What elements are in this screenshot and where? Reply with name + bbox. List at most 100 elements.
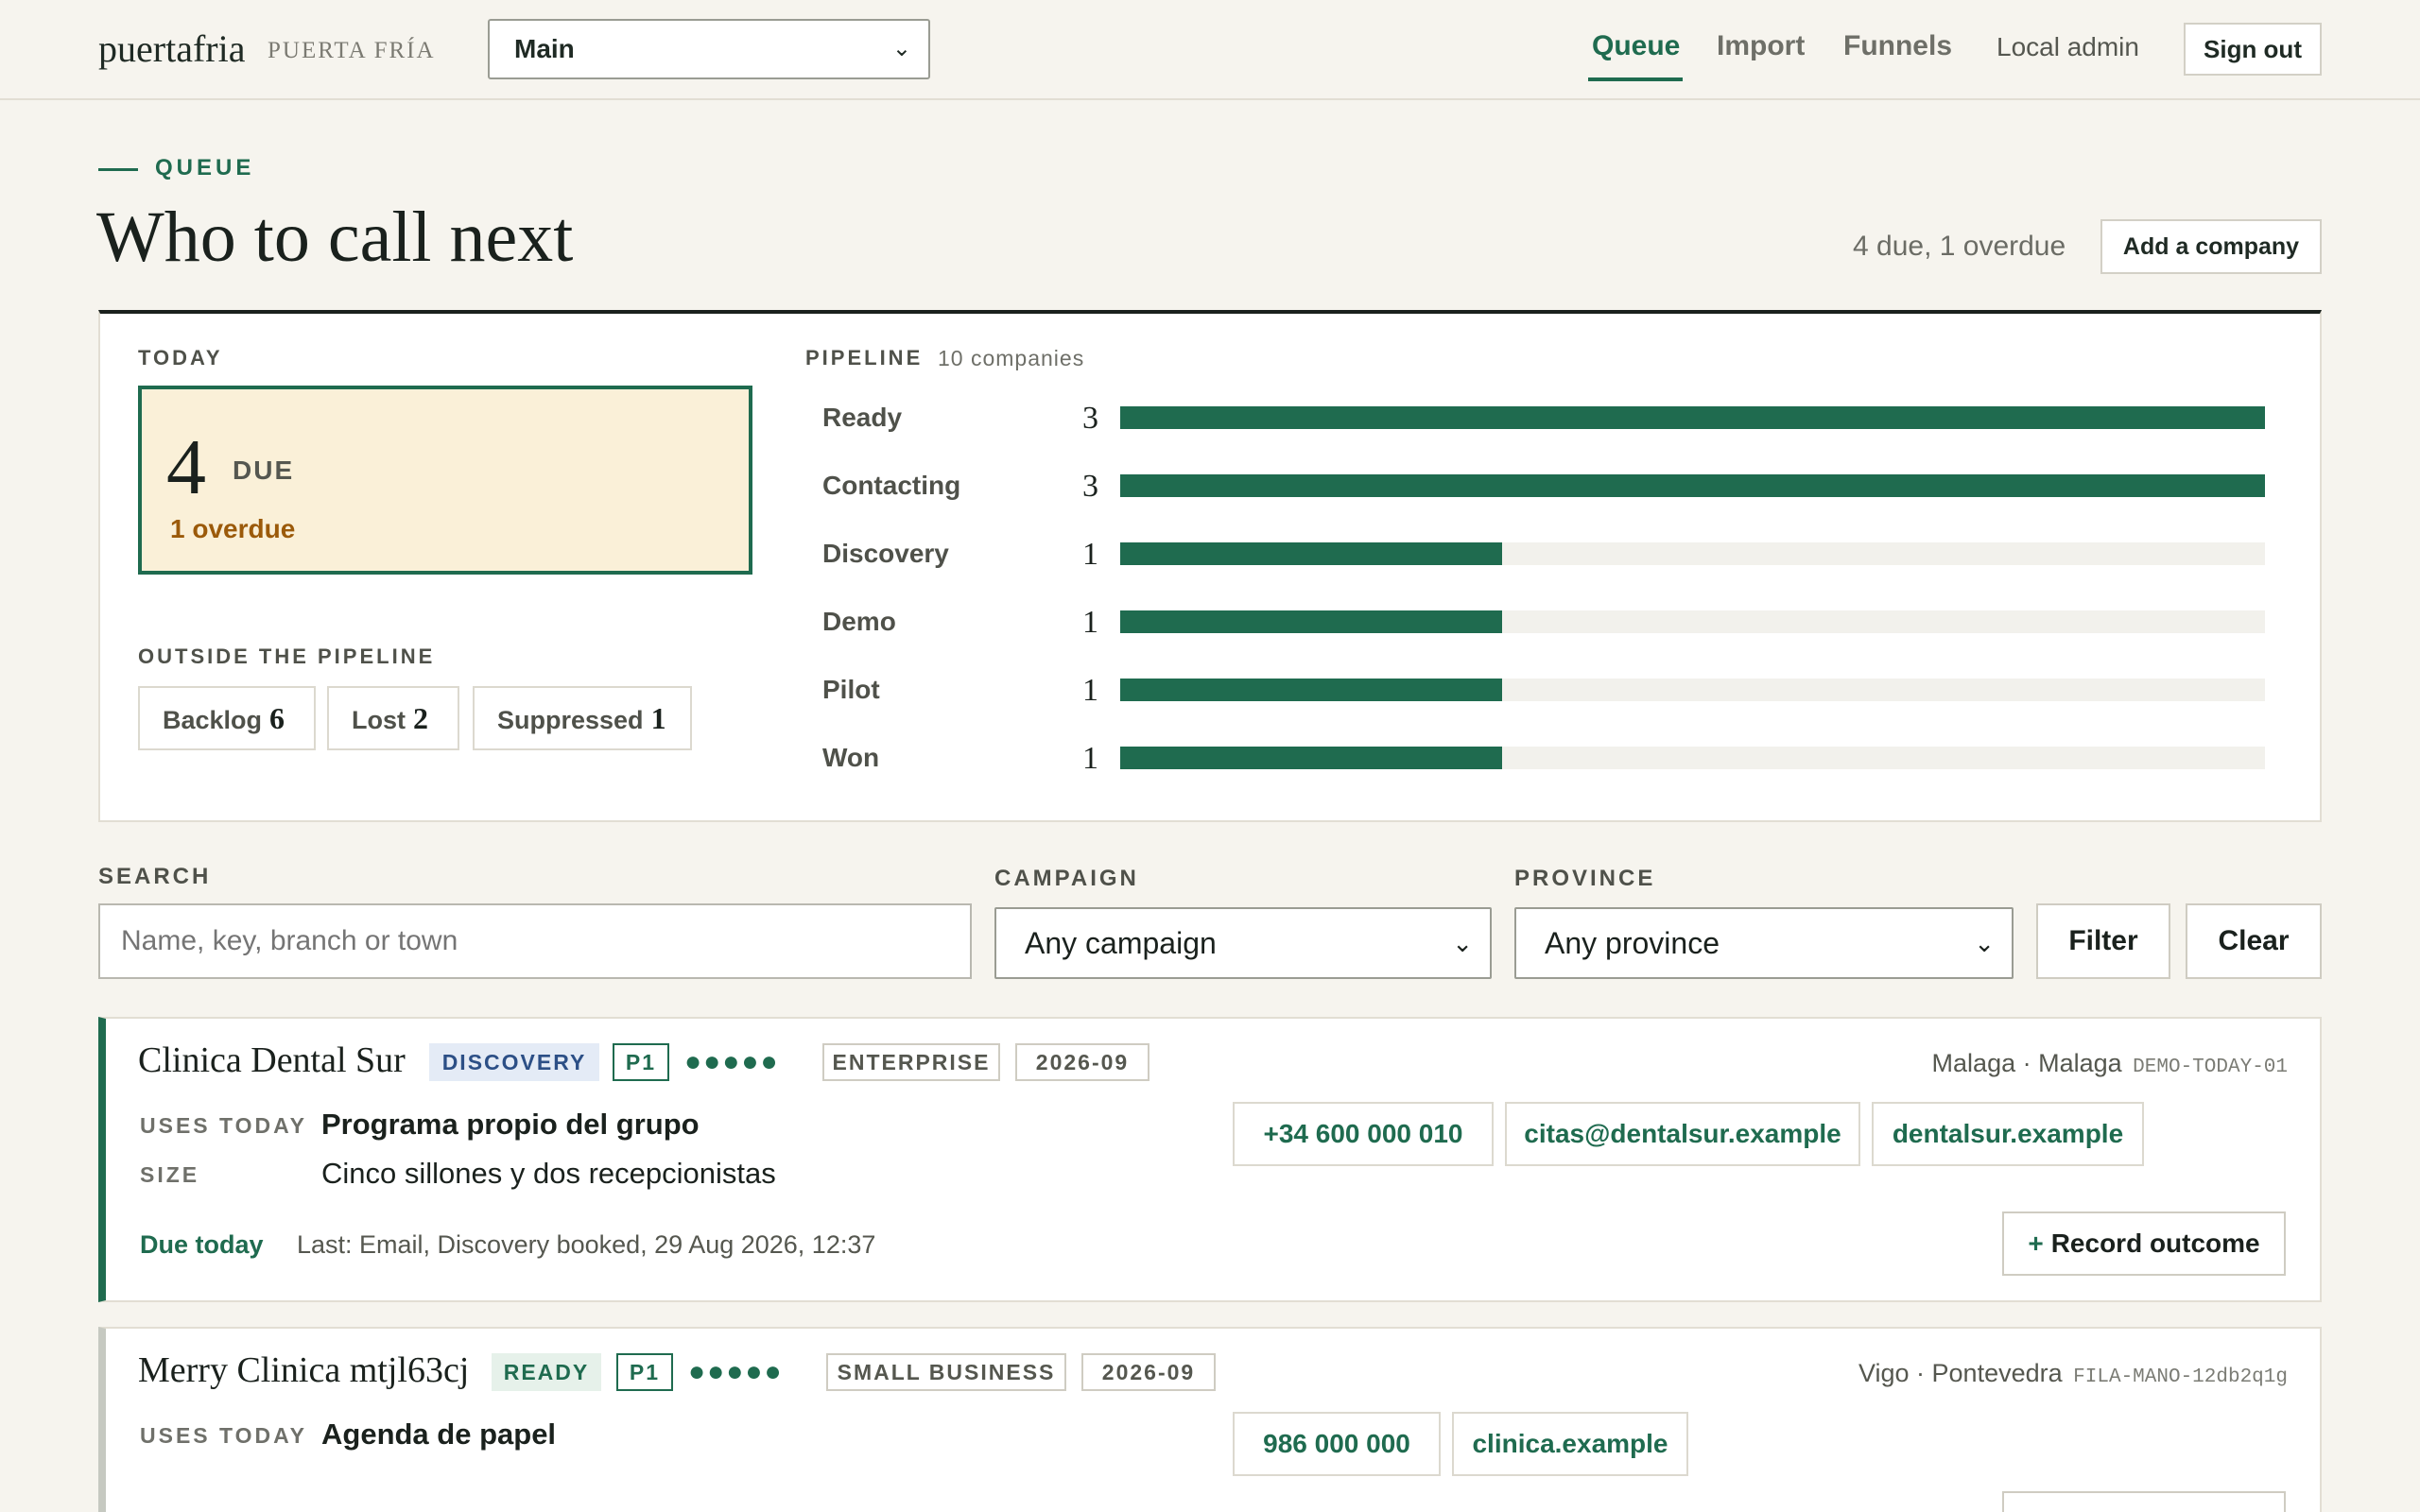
campaign-select-value: Any campaign (1025, 926, 1217, 960)
today-due-card[interactable] (138, 386, 752, 575)
pipeline-bar-track (1120, 747, 2265, 769)
pipeline-stage-count: 1 (1082, 537, 1098, 572)
website-link[interactable]: clinica.example (1452, 1412, 1688, 1476)
chip-count: 2 (413, 701, 428, 735)
today-label: TODAY (138, 346, 223, 369)
cohort-badge: 2026-09 (1081, 1353, 1216, 1391)
plus-icon: + (2028, 1228, 2044, 1258)
eyebrow-rule (98, 168, 138, 171)
sign-out-button[interactable]: Sign out (2184, 23, 2322, 76)
pipeline-bar (1120, 679, 1502, 701)
phone-link[interactable]: 986 000 000 (1233, 1412, 1441, 1476)
pipeline-bar (1120, 542, 1502, 565)
segment-badge: ENTERPRISE (822, 1043, 1000, 1081)
chip-lost[interactable]: Lost 2 (327, 686, 459, 750)
pipeline-bar-track (1120, 406, 2265, 429)
filter-button[interactable]: Filter (2036, 903, 2170, 979)
pipeline-bar (1120, 406, 2265, 429)
add-company-button[interactable]: Add a company (2100, 219, 2322, 274)
uses-today-label: USES TODAY (140, 1423, 307, 1448)
chip-backlog[interactable]: Backlog 6 (138, 686, 316, 750)
nav-import[interactable]: Import (1717, 30, 1805, 62)
province-label: PROVINCE (1514, 866, 1656, 891)
priority-badge: P1 (616, 1353, 673, 1391)
stage-badge: READY (492, 1353, 601, 1391)
segment-badge: SMALL BUSINESS (826, 1353, 1066, 1391)
chevron-down-icon: ⌄ (1974, 929, 1995, 957)
size-label: SIZE (140, 1162, 200, 1187)
pipeline-bar-track (1120, 542, 2265, 565)
campaign-select[interactable]: Any campaign ⌄ (994, 907, 1492, 979)
chip-label: Suppressed (497, 706, 644, 734)
pipeline-bar (1120, 747, 1502, 769)
today-due-label: DUE (233, 455, 295, 485)
pipeline-company-count: 10 companies (938, 346, 1085, 370)
pipeline-stage-count: 3 (1082, 469, 1098, 504)
record-outcome-button[interactable] (2002, 1491, 2286, 1512)
uses-today-value: Agenda de papel (321, 1418, 557, 1451)
pipeline-bar-track (1120, 679, 2265, 701)
pipeline-stage-count: 1 (1082, 741, 1098, 776)
province-select-value: Any province (1545, 926, 1720, 960)
pipeline-bar-track (1120, 474, 2265, 497)
chevron-down-icon: ⌄ (1452, 929, 1473, 957)
pipeline-label: PIPELINE (805, 346, 924, 369)
user-name: Local admin (1996, 32, 2139, 61)
today-overdue: 1 overdue (170, 514, 296, 543)
chevron-down-icon: ⌄ (891, 36, 911, 61)
brand-subtitle: PUERTA FRÍA (268, 38, 436, 63)
chip-count: 6 (269, 701, 285, 735)
today-due-count: 4 (166, 423, 206, 511)
pipeline-bar-track (1120, 610, 2265, 633)
company-location: Vigo · Pontevedra FILA-MANO-12db2q1g (1858, 1359, 2288, 1388)
clear-button[interactable]: Clear (2186, 903, 2322, 979)
due-summary: 4 due, 1 overdue (1853, 231, 2066, 262)
province-select[interactable]: Any province ⌄ (1514, 907, 2014, 979)
search-input[interactable] (98, 903, 972, 979)
pipeline-stage-label[interactable]: Contacting (822, 471, 960, 501)
company-name[interactable]: Merry Clinica mtjl63cj (138, 1349, 469, 1391)
brand-logo[interactable]: puertafria (98, 26, 245, 71)
pipeline-stage-count: 1 (1082, 605, 1098, 640)
nav-queue[interactable]: Queue (1592, 30, 1680, 62)
email-link[interactable]: citas@dentalsur.example (1505, 1102, 1860, 1166)
chip-count: 1 (650, 701, 666, 735)
score-dots-icon: ●●●●● (684, 1046, 780, 1077)
pipeline-stage-label[interactable]: Ready (822, 403, 902, 433)
website-link[interactable]: dentalsur.example (1872, 1102, 2144, 1166)
pipeline-stage-count: 1 (1082, 673, 1098, 708)
uses-today-label: USES TODAY (140, 1113, 307, 1138)
chip-label: Lost (352, 706, 406, 734)
last-activity: Last: Email, Discovery booked, 29 Aug 20… (297, 1230, 876, 1259)
workspace-select-value: Main (514, 34, 575, 63)
location-text: Malaga · Malaga (1931, 1049, 2122, 1077)
stage-badge: DISCOVERY (429, 1043, 599, 1081)
pipeline-stage-label[interactable]: Demo (822, 607, 896, 637)
company-key: FILA-MANO-12db2q1g (2073, 1366, 2288, 1388)
uses-today-value: Programa propio del grupo (321, 1108, 700, 1141)
pipeline-stage-label[interactable]: Pilot (822, 675, 880, 705)
phone-link[interactable]: +34 600 000 010 (1233, 1102, 1494, 1166)
chip-suppressed[interactable]: Suppressed 1 (473, 686, 692, 750)
outside-pipeline-label: OUTSIDE THE PIPELINE (138, 644, 436, 668)
page-title: Who to call next (96, 198, 574, 277)
nav-funnels[interactable]: Funnels (1843, 30, 1952, 62)
pipeline-stage-label[interactable]: Discovery (822, 539, 949, 569)
pipeline-stage-label[interactable]: Won (822, 743, 879, 773)
due-status: Due today (140, 1230, 264, 1259)
priority-badge: P1 (613, 1043, 669, 1081)
company-name[interactable]: Clinica Dental Sur (138, 1040, 406, 1081)
pipeline-bar (1120, 610, 1502, 633)
campaign-label: CAMPAIGN (994, 866, 1139, 891)
search-label: SEARCH (98, 864, 212, 889)
company-location: Malaga · Malaga DEMO-TODAY-01 (1932, 1049, 2288, 1078)
workspace-select[interactable]: Main ⌄ (488, 19, 930, 79)
cohort-badge: 2026-09 (1015, 1043, 1150, 1081)
score-dots-icon: ●●●●● (688, 1356, 784, 1387)
nav-active-indicator (1588, 77, 1683, 81)
record-outcome-button[interactable]: + Record outcome (2002, 1211, 2286, 1276)
page-eyebrow: QUEUE (155, 155, 255, 180)
pipeline-stage-count: 3 (1082, 401, 1098, 436)
chip-label: Backlog (163, 706, 263, 734)
size-value: Cinco sillones y dos recepcionistas (321, 1157, 776, 1190)
